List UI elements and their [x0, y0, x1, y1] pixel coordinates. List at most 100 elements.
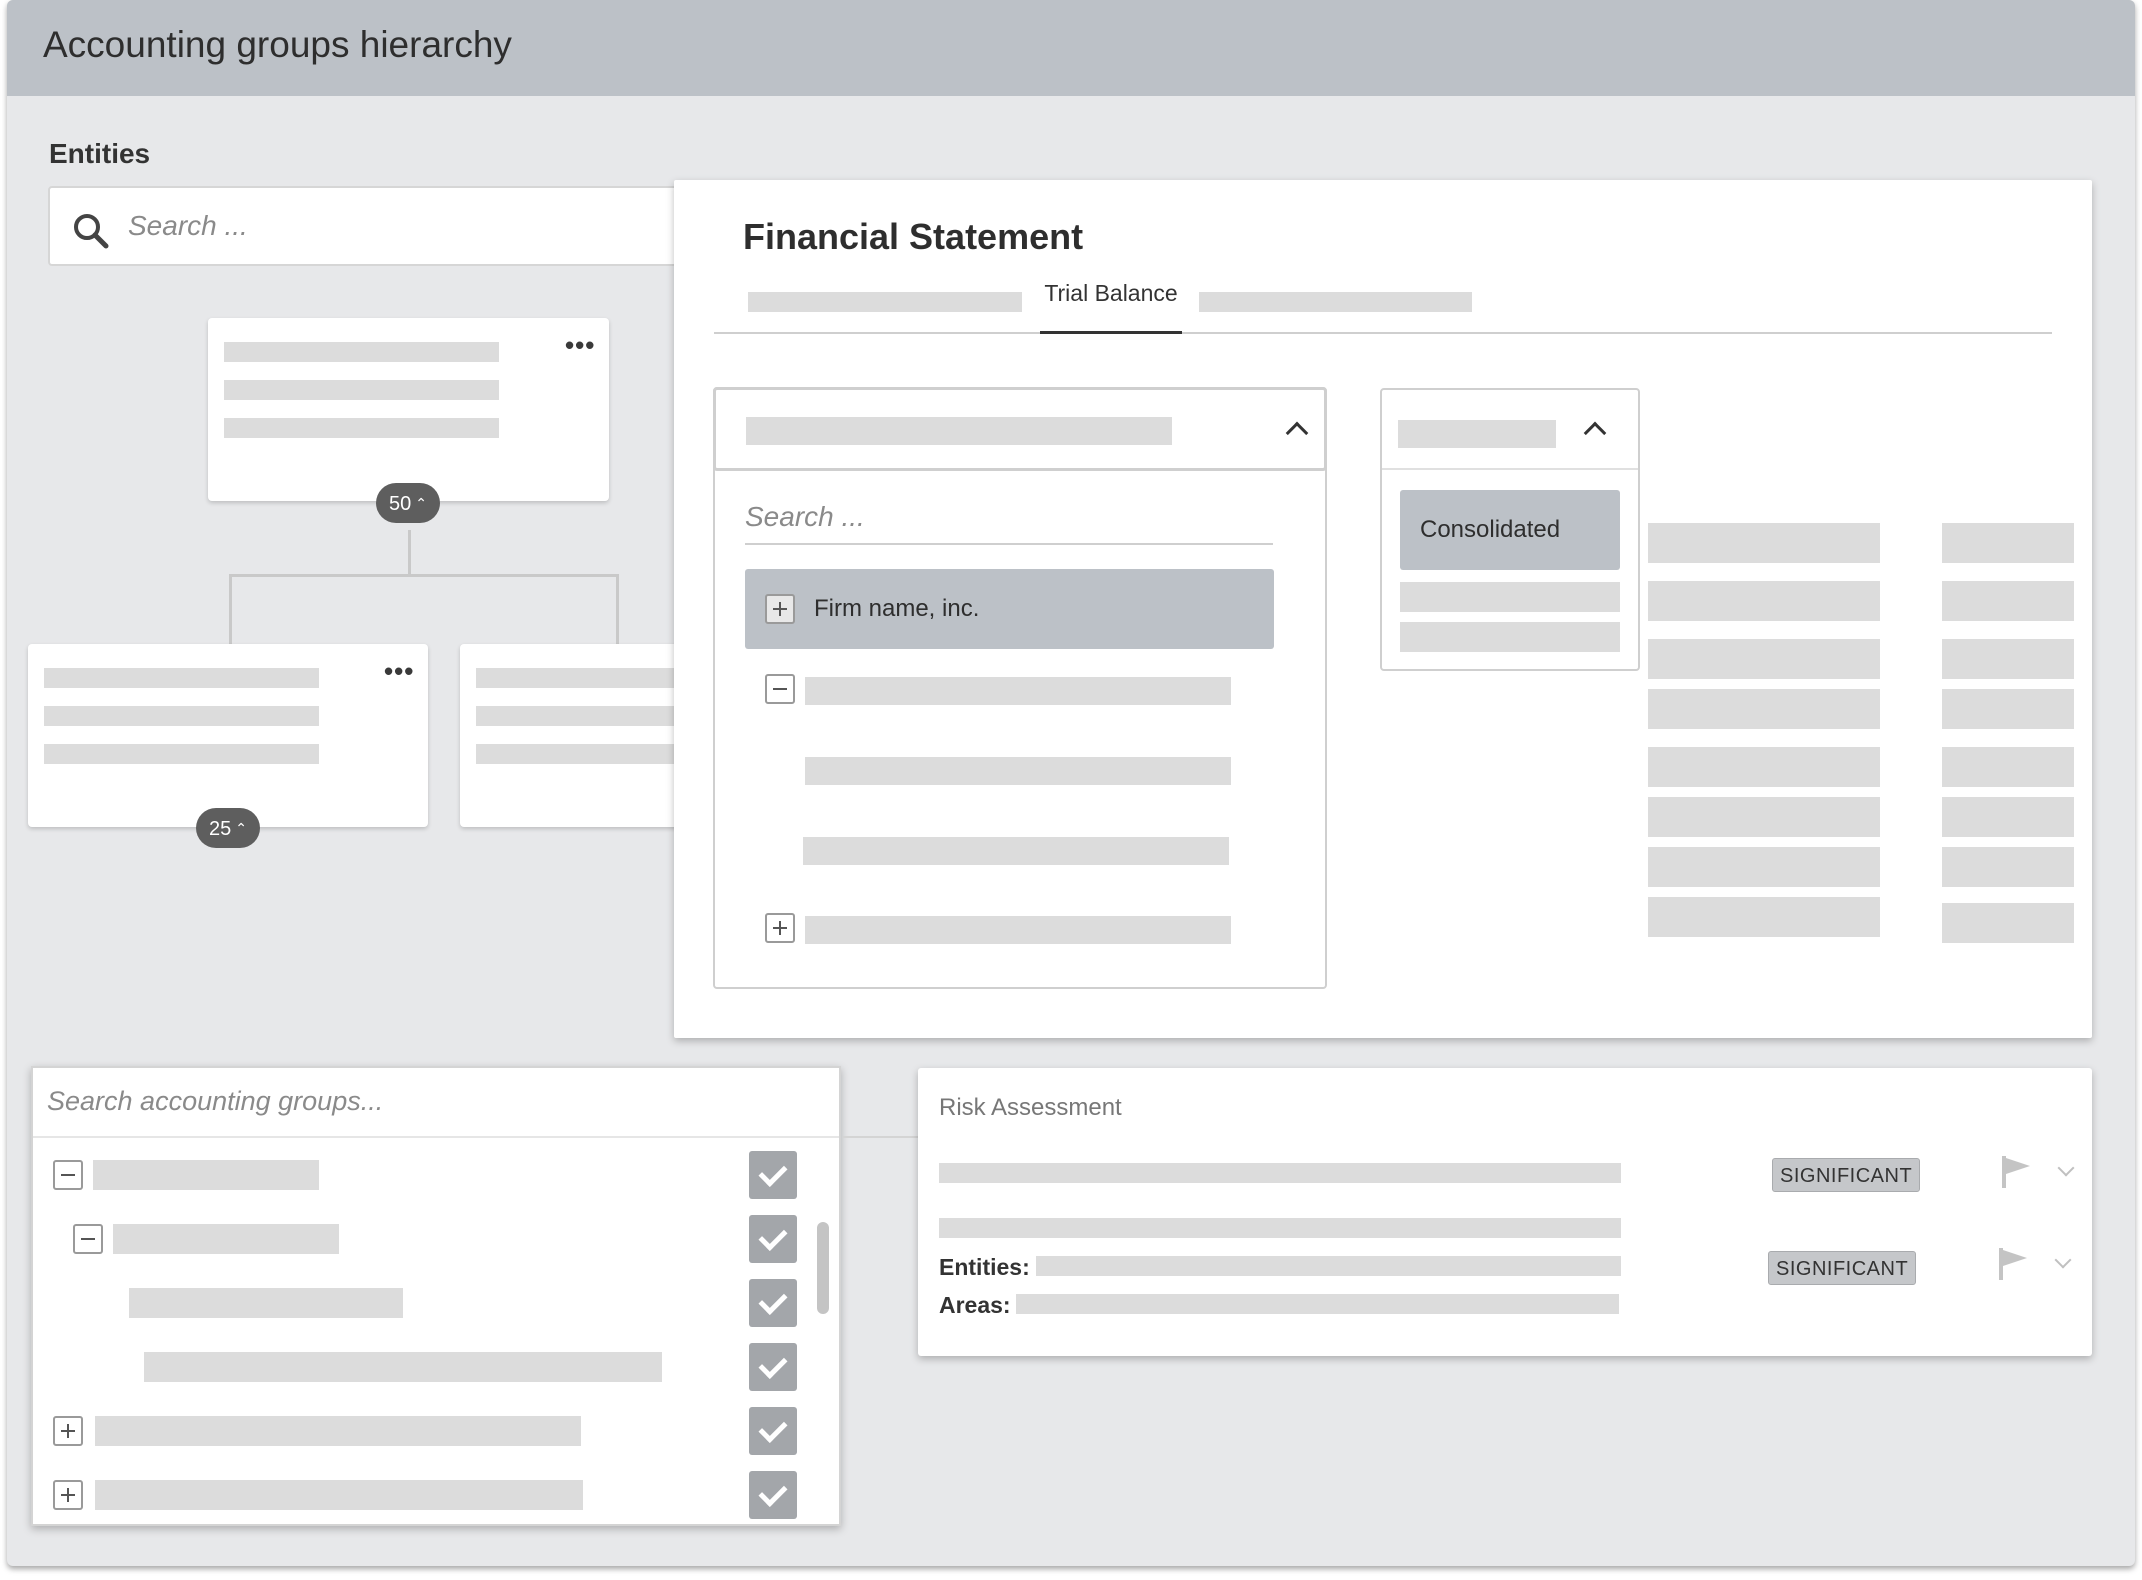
plus-icon[interactable]	[53, 1480, 83, 1510]
check-icon[interactable]	[749, 1279, 797, 1327]
entity-dropdown: Search ... Firm name, inc.	[713, 387, 1327, 989]
group-name-placeholder[interactable]	[144, 1352, 662, 1382]
app-window: Accounting groups hierarchy Entities Sea…	[7, 0, 2135, 1566]
chevron-down-icon[interactable]	[2057, 1159, 2075, 1177]
more-icon[interactable]: •••	[384, 658, 414, 684]
children-count: 50	[389, 493, 412, 515]
cell-placeholder	[1648, 523, 1880, 563]
plus-icon[interactable]	[765, 594, 795, 624]
minus-icon[interactable]	[73, 1224, 103, 1254]
chevron-up-icon	[1583, 421, 1607, 445]
group-name-placeholder[interactable]	[113, 1224, 339, 1254]
tab-1[interactable]	[748, 292, 1022, 312]
tree-connector	[229, 574, 232, 644]
entity-option-selected[interactable]: Firm name, inc.	[745, 569, 1274, 649]
entity-option-label: Firm name, inc.	[814, 595, 980, 622]
entities-field-label: Entities:	[939, 1254, 1030, 1280]
entities-search-placeholder: Search ...	[128, 210, 248, 241]
risk-assessment-title: Risk Assessment	[939, 1094, 1122, 1121]
children-count-pill[interactable]: 50 ⌃	[376, 483, 440, 523]
view-option[interactable]	[1400, 582, 1620, 612]
tree-connector	[616, 574, 619, 644]
cell-placeholder	[1942, 523, 2074, 563]
tab-trial-balance-label: Trial Balance	[1044, 280, 1178, 306]
text-placeholder	[44, 744, 319, 764]
risk-assessment-panel: Risk Assessment SIGNIFICANT Entities: Ar…	[918, 1068, 2092, 1356]
view-option-label: Consolidated	[1420, 516, 1561, 543]
status-badge: SIGNIFICANT	[1772, 1158, 1921, 1192]
cell-placeholder	[1942, 639, 2074, 679]
group-name-placeholder[interactable]	[93, 1160, 319, 1190]
text-placeholder	[224, 342, 499, 362]
text-placeholder	[224, 380, 499, 400]
entity-dropdown-trigger[interactable]	[713, 387, 1327, 471]
check-icon[interactable]	[749, 1151, 797, 1199]
view-dropdown-trigger[interactable]	[1382, 390, 1638, 470]
window-title: Accounting groups hierarchy	[43, 24, 512, 65]
tab-3[interactable]	[1199, 292, 1472, 312]
title-bar: Accounting groups hierarchy	[7, 0, 2135, 96]
view-option[interactable]	[1400, 622, 1620, 652]
entity-option[interactable]	[803, 837, 1229, 865]
text-placeholder	[44, 706, 319, 726]
plus-icon[interactable]	[53, 1416, 83, 1446]
cell-placeholder	[1942, 903, 2074, 943]
cell-placeholder	[1942, 689, 2074, 729]
plus-icon[interactable]	[765, 913, 795, 943]
panel-connector	[843, 1136, 925, 1138]
check-icon[interactable]	[749, 1407, 797, 1455]
selected-value-placeholder	[746, 417, 1172, 445]
entities-value-placeholder	[1036, 1256, 1621, 1276]
cell-placeholder	[1942, 747, 2074, 787]
cell-placeholder	[1942, 847, 2074, 887]
selected-value-placeholder	[1398, 420, 1556, 448]
chevron-up-icon: ⌃	[415, 495, 427, 511]
entity-card-root[interactable]: •••	[208, 318, 609, 501]
chevron-down-icon[interactable]	[2054, 1251, 2072, 1269]
group-name-placeholder[interactable]	[95, 1480, 583, 1510]
cell-placeholder	[1648, 797, 1880, 837]
entity-option[interactable]	[805, 757, 1231, 785]
text-placeholder	[44, 668, 319, 688]
chevron-up-icon	[1285, 421, 1309, 445]
check-icon[interactable]	[749, 1343, 797, 1391]
areas-value-placeholder	[1016, 1294, 1619, 1314]
group-name-placeholder[interactable]	[129, 1288, 403, 1318]
cell-placeholder	[1648, 581, 1880, 621]
financial-statement-panel: Financial Statement Trial Balance Search…	[674, 180, 2092, 1038]
flag-icon[interactable]	[1997, 1246, 2031, 1282]
more-icon[interactable]: •••	[565, 332, 595, 358]
tree-connector	[229, 574, 619, 577]
entity-option[interactable]	[805, 677, 1231, 705]
risk-text-placeholder	[939, 1163, 1621, 1183]
search-placeholder: Search accounting groups...	[47, 1086, 384, 1116]
cell-placeholder	[1648, 897, 1880, 937]
cell-placeholder	[1648, 847, 1880, 887]
chevron-up-icon: ⌃	[235, 820, 247, 836]
view-option-consolidated[interactable]: Consolidated	[1400, 490, 1620, 570]
entities-label: Entities	[49, 138, 151, 169]
cell-placeholder	[1942, 581, 2074, 621]
accounting-groups-search-input[interactable]: Search accounting groups...	[33, 1068, 839, 1138]
cell-placeholder	[1648, 747, 1880, 787]
cell-placeholder	[1942, 797, 2074, 837]
check-icon[interactable]	[749, 1471, 797, 1519]
accounting-groups-panel: Search accounting groups...	[31, 1066, 841, 1526]
group-name-placeholder[interactable]	[95, 1416, 581, 1446]
flag-icon[interactable]	[2000, 1154, 2034, 1190]
children-count-pill[interactable]: 25 ⌃	[196, 808, 260, 848]
minus-icon[interactable]	[765, 674, 795, 704]
minus-icon[interactable]	[53, 1160, 83, 1190]
entity-dropdown-search-input[interactable]: Search ...	[745, 493, 1273, 545]
entity-option[interactable]	[805, 916, 1231, 944]
tab-trial-balance[interactable]: Trial Balance	[1040, 280, 1182, 334]
check-icon[interactable]	[749, 1215, 797, 1263]
tree-connector	[408, 530, 411, 576]
areas-field-label: Areas:	[939, 1292, 1011, 1318]
entities-search-input[interactable]: Search ...	[48, 186, 748, 266]
scrollbar-thumb[interactable]	[817, 1222, 829, 1314]
search-icon	[74, 214, 109, 249]
entity-card-child[interactable]: •••	[28, 644, 428, 827]
cell-placeholder	[1648, 689, 1880, 729]
view-dropdown: Consolidated	[1380, 388, 1640, 671]
